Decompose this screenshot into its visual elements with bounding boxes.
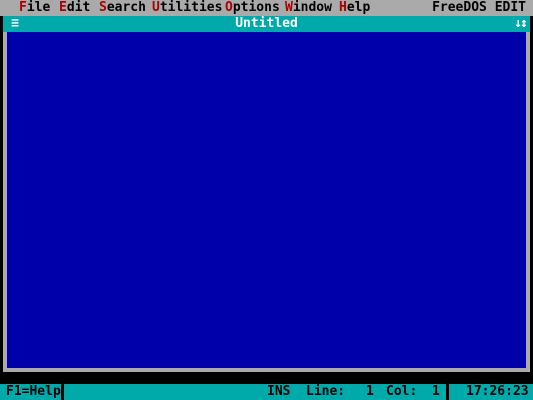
- menu-edit-hotkey: E: [59, 0, 67, 15]
- menu-help-label: elp: [346, 0, 371, 15]
- menu-window[interactable]: Window: [285, 0, 332, 16]
- menu-options[interactable]: Options: [225, 0, 280, 16]
- line-number: 1: [366, 384, 374, 399]
- column-number: 1: [432, 384, 440, 399]
- app-title: FreeDOS EDIT: [432, 0, 526, 15]
- menu-file-hotkey: F: [19, 0, 27, 15]
- menu-search[interactable]: Search: [99, 0, 146, 16]
- menu-utilities-label: tilities: [159, 0, 223, 15]
- column-label: Col:: [386, 384, 418, 399]
- menu-bar: File Edit Search Utilities Options Windo…: [0, 0, 533, 16]
- status-bar: F1=Help INS Line: 1 Col: 1 17:26:23: [0, 384, 533, 400]
- menu-file[interactable]: File: [19, 0, 50, 16]
- menu-edit[interactable]: Edit: [59, 0, 90, 16]
- clock: 17:26:23: [466, 384, 529, 399]
- menu-options-hotkey: O: [225, 0, 233, 15]
- menu-options-label: ptions: [232, 0, 280, 15]
- menu-edit-label: dit: [66, 0, 91, 15]
- menu-help-hotkey: H: [339, 0, 347, 15]
- menu-help[interactable]: Help: [339, 0, 370, 16]
- menu-window-label: indow: [292, 0, 332, 15]
- menu-utilities[interactable]: Utilities: [152, 0, 222, 16]
- window-title: Untitled: [235, 16, 298, 31]
- text-editing-area[interactable]: [7, 32, 526, 368]
- status-divider: [61, 384, 64, 400]
- menu-search-label: earch: [106, 0, 146, 15]
- insert-mode-indicator: INS: [267, 384, 291, 399]
- editor-window: ≡ Untitled ↓↕: [3, 16, 530, 372]
- menu-window-hotkey: W: [285, 0, 293, 15]
- status-divider: [446, 384, 449, 400]
- menu-utilities-hotkey: U: [152, 0, 160, 15]
- f1-help-hint[interactable]: F1=Help: [6, 384, 61, 400]
- window-title-bar[interactable]: ≡ Untitled ↓↕: [3, 16, 530, 32]
- menu-file-label: ile: [26, 0, 51, 15]
- line-label: Line:: [306, 384, 346, 399]
- resize-icon[interactable]: ↓↕: [514, 16, 528, 32]
- menu-search-hotkey: S: [99, 0, 107, 15]
